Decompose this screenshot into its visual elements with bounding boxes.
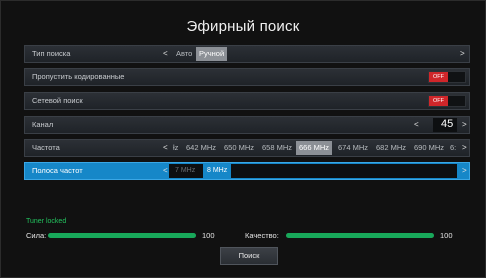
- search-type-option-manual[interactable]: Ручной: [196, 47, 228, 61]
- bandwidth-row[interactable]: Полоса частот < 7 MHz 8 MHz >: [24, 162, 470, 180]
- frequency-option[interactable]: 674 MHz: [338, 140, 368, 156]
- network-search-row[interactable]: Сетевой поиск OFF: [24, 92, 470, 110]
- chevron-left-icon[interactable]: <: [414, 117, 419, 133]
- bandwidth-label: Полоса частот: [32, 166, 83, 175]
- frequency-option[interactable]: 658 MHz: [262, 140, 292, 156]
- toggle-off-state: OFF: [429, 96, 448, 106]
- strength-bar: [48, 233, 196, 238]
- frequency-row[interactable]: Частота < łz 642 MHz 650 MHz 658 MHz 666…: [24, 139, 470, 157]
- scan-screen: Эфирный поиск Тип поиска < Авто Ручной >…: [0, 0, 486, 278]
- bandwidth-option-7mhz[interactable]: 7 MHz: [175, 164, 195, 178]
- frequency-option[interactable]: 6:: [450, 140, 456, 156]
- frequency-option-selected[interactable]: 666 MHz: [296, 141, 333, 155]
- channel-label: Канал: [32, 120, 54, 129]
- search-type-label: Тип поиска: [32, 49, 71, 58]
- frequency-option[interactable]: łz: [173, 140, 178, 156]
- search-button[interactable]: Поиск: [220, 247, 278, 265]
- network-search-toggle[interactable]: OFF: [428, 95, 466, 107]
- toggle-off-state: OFF: [429, 72, 448, 82]
- strength-bar-fill: [48, 233, 196, 238]
- frequency-option[interactable]: 642 MHz: [186, 140, 216, 156]
- skip-scrambled-row[interactable]: Пропустить кодированные OFF: [24, 68, 470, 86]
- page-title: Эфирный поиск: [186, 18, 300, 35]
- chevron-right-icon[interactable]: >: [460, 46, 465, 62]
- strength-label: Сила:: [26, 231, 47, 240]
- tuner-status: Tuner locked: [26, 218, 67, 225]
- skip-scrambled-label: Пропустить кодированные: [32, 72, 125, 81]
- search-type-row[interactable]: Тип поиска < Авто Ручной >: [24, 45, 470, 63]
- chevron-left-icon[interactable]: <: [163, 46, 168, 62]
- frequency-label: Частота: [32, 143, 60, 152]
- frequency-option[interactable]: 650 MHz: [224, 140, 254, 156]
- quality-value: 100: [440, 231, 453, 240]
- channel-value: 45: [441, 118, 454, 130]
- chevron-right-icon[interactable]: >: [462, 163, 467, 179]
- chevron-right-icon[interactable]: >: [462, 117, 467, 133]
- channel-row[interactable]: Канал < 45 >: [24, 116, 470, 134]
- chevron-left-icon[interactable]: <: [163, 140, 168, 156]
- frequency-option[interactable]: 690 MHz: [414, 140, 444, 156]
- search-type-option-auto[interactable]: Авто: [176, 46, 192, 62]
- chevron-left-icon[interactable]: <: [163, 163, 168, 179]
- chevron-right-icon[interactable]: >: [462, 140, 467, 156]
- strength-value: 100: [202, 231, 215, 240]
- frequency-option[interactable]: 682 MHz: [376, 140, 406, 156]
- skip-scrambled-toggle[interactable]: OFF: [428, 71, 466, 83]
- bandwidth-option-8mhz[interactable]: 8 MHz: [203, 164, 232, 178]
- quality-bar-fill: [286, 233, 434, 238]
- quality-bar: [286, 233, 434, 238]
- network-search-label: Сетевой поиск: [32, 96, 83, 105]
- quality-label: Качество:: [245, 231, 279, 240]
